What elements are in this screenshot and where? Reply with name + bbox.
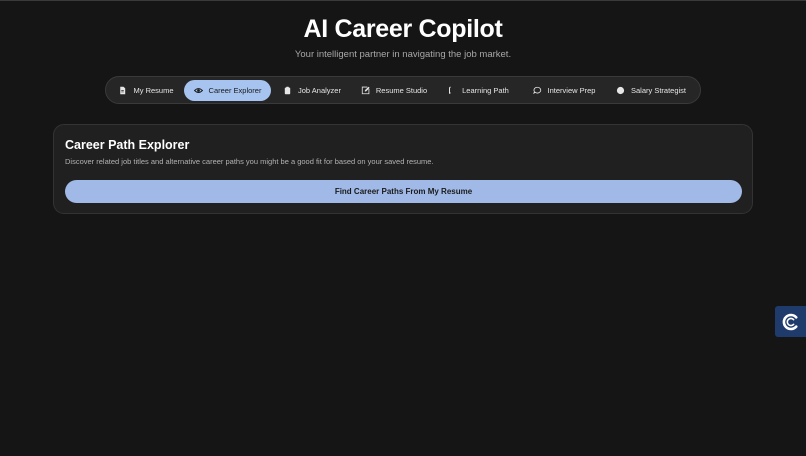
tab-job-analyzer[interactable]: Job Analyzer bbox=[276, 80, 348, 101]
tab-salary-strategist[interactable]: Salary Strategist bbox=[609, 80, 693, 101]
page-title: AI Career Copilot bbox=[303, 15, 503, 43]
tab-learning-path[interactable]: Learning Path bbox=[440, 80, 516, 101]
page-header: AI Career Copilot Your intelligent partn… bbox=[0, 14, 806, 61]
card-description: Discover related job titles and alternat… bbox=[65, 157, 434, 166]
book-icon bbox=[449, 86, 451, 94]
find-career-paths-button[interactable]: Find Career Paths From My Resume bbox=[65, 180, 742, 203]
tab-resume-studio[interactable]: Resume Studio bbox=[354, 80, 434, 101]
tab-label: Resume Studio bbox=[375, 86, 428, 95]
document-icon bbox=[120, 86, 126, 95]
tab-career-explorer[interactable]: Career Explorer bbox=[184, 80, 271, 101]
tab-label: My Resume bbox=[133, 86, 174, 95]
c-logo-icon bbox=[782, 313, 797, 330]
tab-interview-prep[interactable]: Interview Prep bbox=[524, 80, 604, 101]
tab-my-resume[interactable]: My Resume bbox=[113, 80, 179, 101]
tab-label: Salary Strategist bbox=[630, 86, 687, 95]
clipboard-icon bbox=[284, 86, 291, 95]
circle-icon bbox=[616, 86, 625, 95]
main-tab-bar: My Resume Career Explorer Job Analyzer R… bbox=[105, 76, 701, 104]
career-path-explorer-card: Career Path Explorer Discover related jo… bbox=[53, 124, 753, 214]
tab-label: Job Analyzer bbox=[298, 86, 341, 95]
edit-icon bbox=[361, 86, 370, 95]
window-top-border bbox=[0, 0, 806, 1]
eye-icon bbox=[193, 88, 203, 93]
chat-bubble-icon bbox=[532, 86, 541, 95]
floating-assistant-button[interactable] bbox=[775, 306, 806, 337]
tab-label: Learning Path bbox=[462, 86, 509, 95]
card-title: Career Path Explorer bbox=[65, 138, 190, 152]
tab-label: Career Explorer bbox=[208, 86, 262, 95]
page-subtitle: Your intelligent partner in navigating t… bbox=[294, 49, 512, 60]
tab-label: Interview Prep bbox=[547, 86, 596, 95]
